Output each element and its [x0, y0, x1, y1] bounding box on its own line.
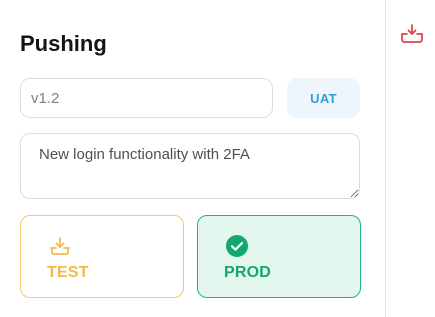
- uat-button[interactable]: UAT: [287, 78, 360, 118]
- check-circle-icon: [226, 235, 248, 257]
- download-tray-icon[interactable]: [399, 22, 425, 46]
- panel-title: Pushing: [20, 31, 107, 56]
- download-tray-icon: [50, 237, 70, 255]
- test-label: TEST: [47, 264, 89, 281]
- app-root: Pushing UAT New login functionality with…: [0, 0, 435, 317]
- pushing-panel: Pushing UAT New login functionality with…: [0, 0, 386, 317]
- prod-label: PROD: [224, 264, 272, 281]
- test-target-card[interactable]: TEST: [20, 215, 184, 298]
- prod-target-card[interactable]: PROD: [197, 215, 361, 298]
- version-input[interactable]: [20, 78, 273, 118]
- description-field[interactable]: New login functionality with 2FA: [20, 133, 360, 199]
